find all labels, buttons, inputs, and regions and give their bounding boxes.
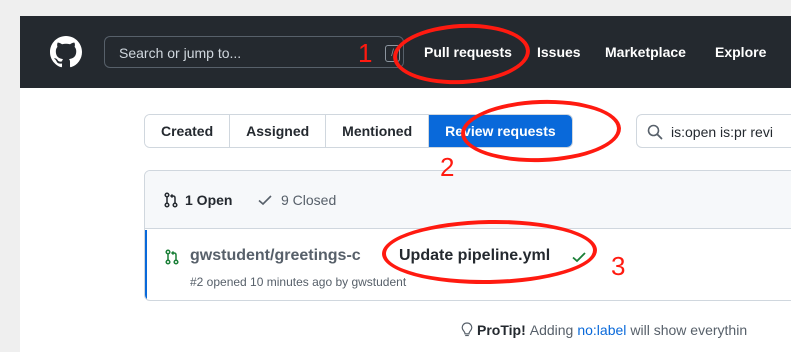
search-placeholder: Search or jump to... (119, 45, 242, 61)
protip-text-after: will show everythin (630, 322, 748, 338)
github-logo-icon[interactable] (50, 36, 82, 68)
closed-count: 9 Closed (281, 192, 337, 208)
protip: ProTip! Adding no:label will show everyt… (461, 322, 747, 338)
tab-assigned[interactable]: Assigned (230, 115, 327, 147)
annotation-number-1: 1 (358, 38, 373, 68)
filter-query-input[interactable]: is:open is:pr revi (636, 114, 791, 148)
search-icon (647, 124, 663, 140)
open-pull-request-icon (165, 249, 179, 265)
window-frame-top (0, 0, 791, 16)
pr-meta: #2 opened 10 minutes ago by gwstudent (190, 275, 407, 289)
lightbulb-icon (461, 322, 473, 337)
nav-issues[interactable]: Issues (537, 44, 581, 60)
window-frame-left (0, 0, 20, 352)
annotation-number-3: 3 (611, 251, 626, 281)
pull-request-icon (164, 192, 178, 208)
nav-marketplace[interactable]: Marketplace (605, 44, 686, 60)
pr-repo-link[interactable]: gwstudent/greetings-c (190, 247, 361, 265)
protip-link[interactable]: no:label (577, 322, 626, 338)
open-filter[interactable]: 1 Open (163, 192, 232, 208)
open-count: 1 Open (185, 192, 233, 208)
protip-label: ProTip! (477, 322, 526, 338)
tab-mentioned[interactable]: Mentioned (326, 115, 430, 147)
tab-created[interactable]: Created (145, 115, 231, 147)
annotation-number-2: 2 (440, 152, 455, 182)
check-icon (258, 195, 272, 206)
nav-explore[interactable]: Explore (715, 44, 766, 60)
annotation-circle-2 (459, 97, 623, 165)
closed-filter[interactable]: 9 Closed (257, 192, 336, 208)
filter-query-value: is:open is:pr revi (671, 124, 773, 140)
protip-text-before: Adding (529, 322, 574, 338)
